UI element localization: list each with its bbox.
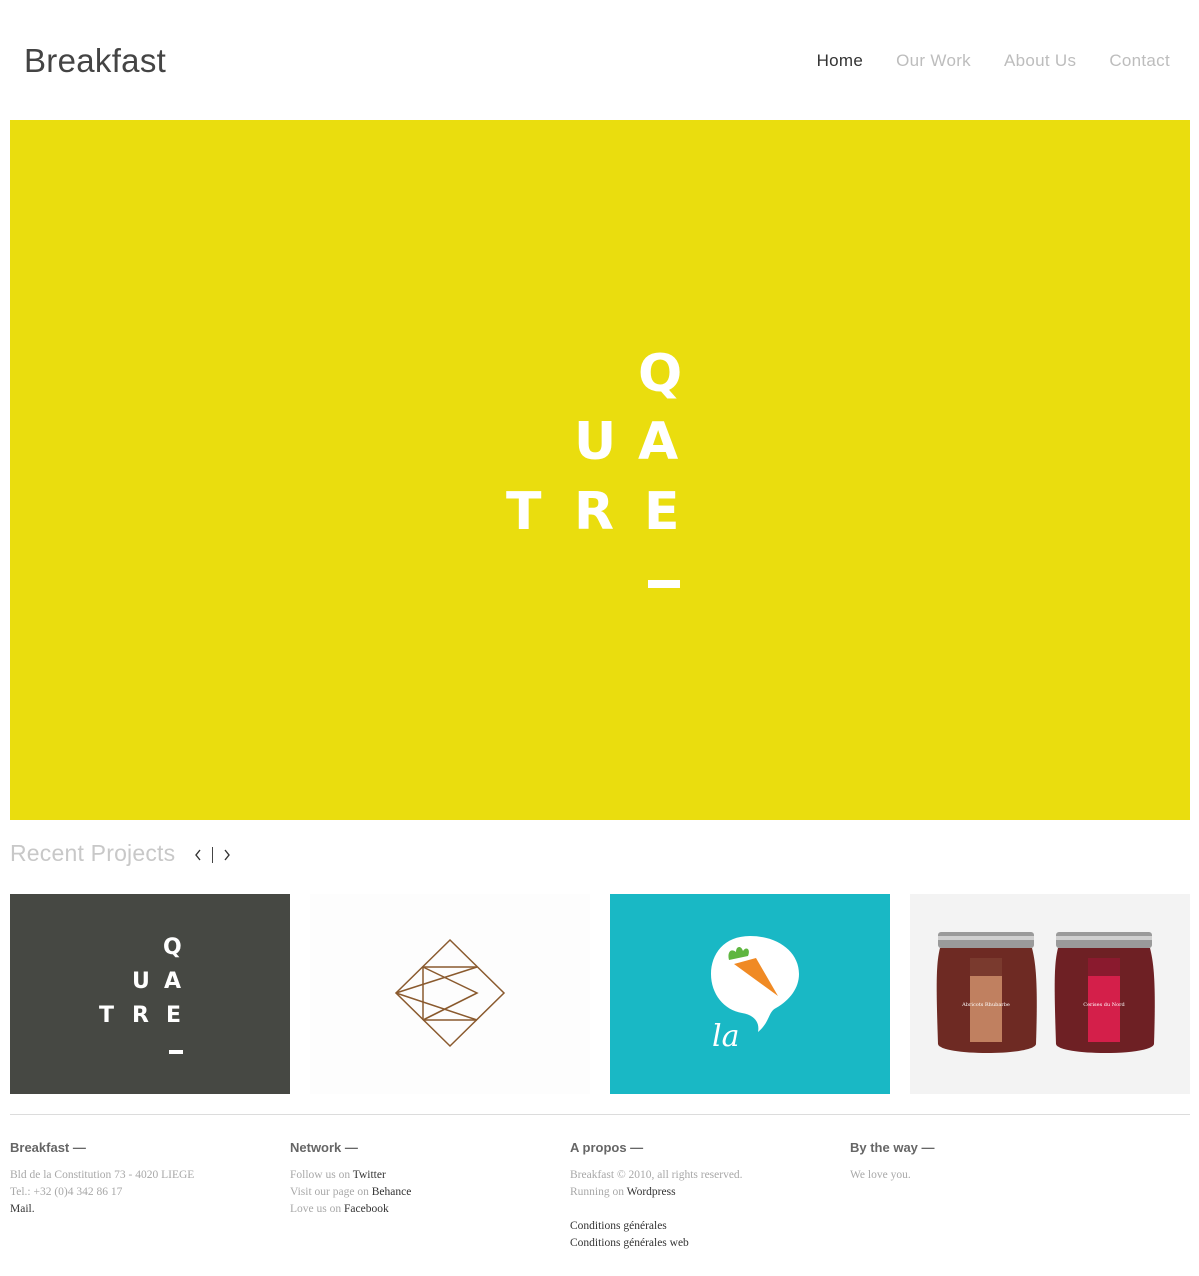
hero-banner[interactable]: Q U A T R E — [10, 120, 1190, 820]
nav-contact[interactable]: Contact — [1109, 51, 1170, 71]
thumb-letter-e: E — [166, 1003, 182, 1028]
footer-col-network: Network — Follow us on Twitter Visit our… — [290, 1140, 570, 1252]
hero-dash — [648, 580, 680, 588]
thumb-dash — [169, 1050, 183, 1054]
site-logo[interactable]: Breakfast — [24, 42, 166, 80]
jam-jars-image: Abricots Rhubarbe Cerises du Nord — [936, 932, 1155, 1053]
geometric-diamond-logo — [394, 938, 506, 1048]
thumb-letter-r: R — [132, 1003, 149, 1028]
thumb-letter-a: A — [164, 969, 182, 994]
la-carrot-logo: la — [711, 936, 799, 1054]
footer-facebook-line: Love us on Facebook — [290, 1203, 389, 1215]
jar-label-2: Cerises du Nord — [1083, 1002, 1125, 1008]
thumb-letter-q: Q — [163, 935, 182, 960]
footer-behance-line: Visit our page on Behance — [290, 1186, 412, 1198]
footer: Breakfast — Bld de la Constitution 73 - … — [10, 1140, 1190, 1252]
chevron-right-icon[interactable] — [220, 848, 234, 862]
mail-link[interactable]: Mail — [10, 1203, 32, 1215]
recent-projects-list: Q U A T R E la Abricots Rhubarbe Cerises… — [10, 894, 1190, 1094]
footer-network-title: Network — — [290, 1140, 358, 1155]
footer-col-breakfast: Breakfast — Bld de la Constitution 73 - … — [10, 1140, 290, 1252]
hero-letter-e: E — [644, 482, 680, 542]
main-nav: Home Our Work About Us Contact — [817, 51, 1170, 71]
recent-projects-title: Recent Projects — [10, 840, 176, 866]
footer-divider — [10, 1114, 1190, 1115]
hero-letter-r: R — [574, 482, 615, 542]
nav-about-us[interactable]: About Us — [1004, 51, 1076, 71]
recent-projects-header: Recent Projects — [10, 840, 234, 867]
footer-breakfast-title: Breakfast — — [10, 1140, 86, 1155]
carousel-controls — [191, 846, 234, 863]
carousel-separator — [212, 846, 214, 863]
footer-twitter-line: Follow us on Twitter — [290, 1169, 386, 1181]
project-jam-jars[interactable]: Abricots Rhubarbe Cerises du Nord — [910, 894, 1190, 1094]
wordpress-link[interactable]: Wordpress — [627, 1186, 676, 1198]
project-quatre[interactable]: Q U A T R E — [10, 894, 290, 1094]
facebook-link[interactable]: Facebook — [344, 1203, 389, 1215]
behance-link[interactable]: Behance — [372, 1186, 412, 1198]
hero-letter-t: T — [506, 482, 542, 542]
chevron-left-icon[interactable] — [191, 848, 205, 862]
footer-apropos-title: A propos — — [570, 1140, 644, 1155]
footer-address: Bld de la Constitution 73 - 4020 LIEGE — [10, 1169, 195, 1181]
footer-bytheway-title: By the way — — [850, 1140, 935, 1155]
thumb-letter-t: T — [99, 1003, 115, 1028]
footer-tel: Tel.: +32 (0)4 342 86 17 — [10, 1186, 123, 1198]
twitter-link[interactable]: Twitter — [353, 1169, 386, 1181]
jar-label-1: Abricots Rhubarbe — [961, 1002, 1010, 1008]
thumb-letter-u: U — [132, 969, 150, 994]
hero-letter-a: A — [638, 412, 679, 472]
footer-running-line: Running on Wordpress — [570, 1186, 676, 1198]
conditions-generales-link[interactable]: Conditions générales — [570, 1218, 850, 1235]
project-la[interactable]: la — [610, 894, 890, 1094]
footer-col-apropos: A propos — Breakfast © 2010, all rights … — [570, 1140, 850, 1252]
footer-love-text: We love you. — [850, 1169, 911, 1181]
nav-our-work[interactable]: Our Work — [896, 51, 971, 71]
project-geometric[interactable] — [310, 894, 590, 1094]
footer-copyright: Breakfast © 2010, all rights reserved. — [570, 1169, 743, 1181]
hero-letter-u: U — [574, 412, 617, 472]
conditions-generales-web-link[interactable]: Conditions générales web — [570, 1235, 850, 1252]
nav-home[interactable]: Home — [817, 51, 864, 71]
hero-letter-q: Q — [638, 344, 683, 404]
footer-col-bytheway: By the way — We love you. — [850, 1140, 1130, 1252]
la-text: la — [712, 1019, 739, 1054]
footer-mail-line: Mail. — [10, 1203, 35, 1215]
